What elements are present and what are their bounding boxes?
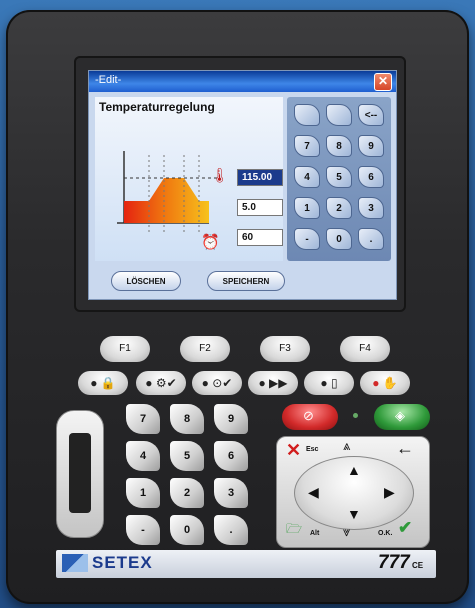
ok-check-icon: ✔ (398, 518, 413, 537)
arrow-down-button[interactable]: ▼ (347, 506, 361, 522)
tool-check-key[interactable]: ● ⚙✔ (136, 371, 186, 395)
onscreen-key[interactable]: <-- (358, 104, 384, 126)
fast-forward-icon: ● ▶▶ (258, 376, 288, 390)
folder-icon: 🗁 (286, 521, 303, 536)
hand-stop-icon: ● ✋ (372, 376, 398, 390)
onscreen-key[interactable]: 7 (294, 135, 320, 157)
onscreen-key[interactable]: - (294, 228, 320, 250)
arrow-right-button[interactable]: ▶ (384, 484, 395, 501)
numeric-key[interactable]: 1 (126, 478, 160, 508)
touch-screen: -Edit- ✕ Temperaturregelung 🌡 ⏰ 115.00 5… (88, 70, 397, 300)
f3-key[interactable]: F3 (260, 336, 310, 362)
start-icon: ◈ (395, 408, 405, 423)
esc-cross-icon: ✕ (286, 440, 302, 460)
alt-button[interactable]: Alt (310, 530, 319, 537)
onscreen-key[interactable]: 0 (326, 228, 352, 250)
fast-forward-key[interactable]: ● ▶▶ (248, 371, 298, 395)
close-icon[interactable]: ✕ (374, 73, 392, 91)
lock-key[interactable]: ● 🔒 (78, 371, 128, 395)
start-button[interactable]: ◈ (374, 404, 430, 430)
brand-bar: SETEX 777 CE (56, 550, 436, 578)
onscreen-key[interactable]: 6 (358, 166, 384, 188)
hand-stop-key[interactable]: ● ✋ (360, 371, 410, 395)
onscreen-key[interactable]: . (358, 228, 384, 250)
onscreen-key[interactable]: 9 (358, 135, 384, 157)
time-field[interactable]: 60 (237, 229, 283, 246)
f4-key[interactable]: F4 (340, 336, 390, 362)
model-suffix: CE (412, 561, 424, 570)
numeric-key[interactable]: 4 (126, 441, 160, 471)
onscreen-key[interactable] (326, 104, 352, 126)
page-title: Temperaturregelung (99, 100, 215, 114)
card-slot[interactable] (56, 410, 104, 538)
tool-check-icon: ● ⚙✔ (145, 376, 177, 390)
card-slot-icon (69, 433, 91, 513)
ok-button[interactable]: O.K. (378, 530, 392, 537)
temperature-field[interactable]: 115.00 (237, 169, 283, 186)
window-titlebar: -Edit- ✕ (89, 71, 396, 92)
f1-key[interactable]: F1 (100, 336, 150, 362)
temperature-profile-diagram (117, 151, 217, 233)
back-arrow-icon[interactable]: ← (396, 438, 414, 459)
model-number: 777 (378, 552, 410, 573)
setex-logo (62, 554, 88, 572)
brand-name: SETEX (92, 553, 153, 572)
stop-icon: ⊘ (303, 408, 314, 423)
onscreen-key[interactable]: 4 (294, 166, 320, 188)
timer-check-key[interactable]: ● ⊙✔ (192, 371, 242, 395)
status-led (353, 413, 358, 418)
numeric-key[interactable]: 5 (170, 441, 204, 471)
clear-button[interactable]: LÖSCHEN (111, 271, 181, 291)
numeric-key[interactable]: . (214, 515, 248, 545)
rate-field[interactable]: 5.0 (237, 199, 283, 216)
onscreen-key[interactable]: 2 (326, 197, 352, 219)
page-down-icon[interactable]: ⩔ (343, 524, 350, 540)
numeric-key[interactable]: 2 (170, 478, 204, 508)
onscreen-key[interactable]: 5 (326, 166, 352, 188)
numeric-key[interactable]: 9 (214, 404, 248, 434)
numeric-key[interactable]: 6 (214, 441, 248, 471)
onscreen-key[interactable]: 8 (326, 135, 352, 157)
onscreen-key[interactable]: 3 (358, 197, 384, 219)
onscreen-key[interactable] (294, 104, 320, 126)
numeric-key[interactable]: 0 (170, 515, 204, 545)
lock-icon: ● 🔒 (90, 376, 116, 390)
onscreen-key[interactable]: 1 (294, 197, 320, 219)
door-icon: ● ▯ (320, 376, 338, 390)
door-key[interactable]: ● ▯ (304, 371, 354, 395)
arrow-left-button[interactable]: ◀ (308, 484, 319, 501)
numeric-key[interactable]: 8 (170, 404, 204, 434)
numeric-key[interactable]: - (126, 515, 160, 545)
clock-icon: ⏰ (201, 234, 220, 251)
f2-key[interactable]: F2 (180, 336, 230, 362)
numeric-key[interactable]: 3 (214, 478, 248, 508)
arrow-up-button[interactable]: ▲ (347, 462, 361, 478)
timer-check-icon: ● ⊙✔ (201, 376, 233, 390)
window-title: -Edit- (95, 74, 122, 86)
save-button[interactable]: SPEICHERN (207, 271, 285, 291)
esc-button[interactable]: Esc (306, 446, 318, 453)
stop-button[interactable]: ⊘ (282, 404, 338, 430)
page-up-icon[interactable]: ⩓ (343, 438, 350, 454)
thermometer-icon: 🌡 (211, 167, 229, 183)
numeric-key[interactable]: 7 (126, 404, 160, 434)
